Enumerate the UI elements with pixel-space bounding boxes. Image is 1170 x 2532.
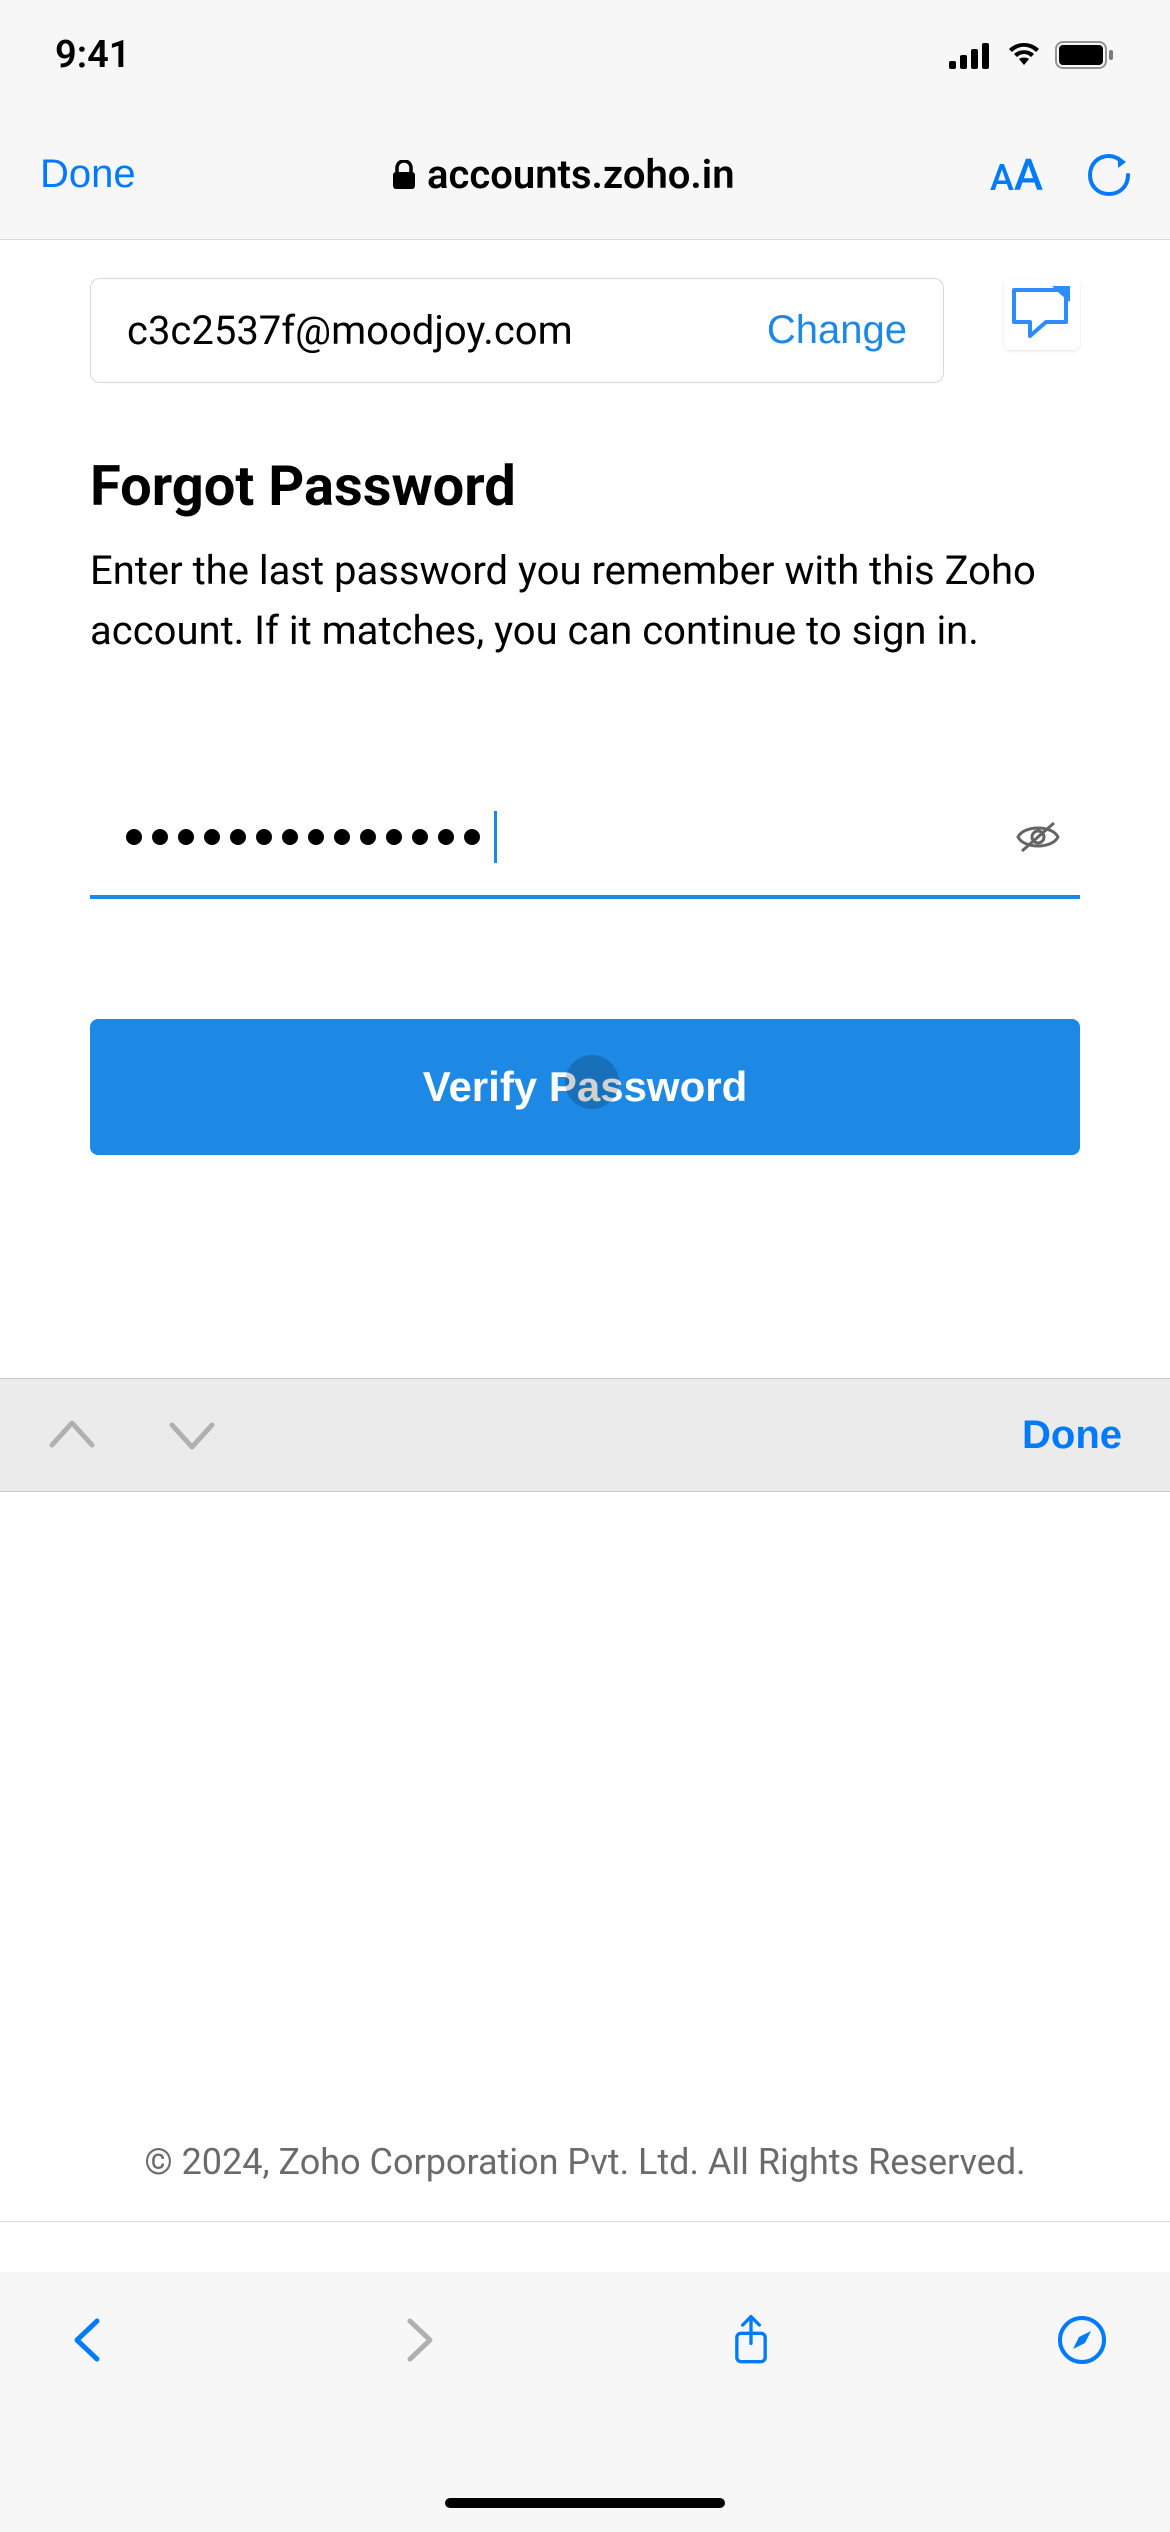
change-email-button[interactable]: Change xyxy=(767,308,907,353)
home-indicator[interactable] xyxy=(445,2498,725,2508)
reload-icon[interactable] xyxy=(1088,154,1130,196)
browser-safari-button[interactable] xyxy=(1054,2312,1110,2368)
battery-icon xyxy=(1055,41,1115,69)
browser-forward-button[interactable] xyxy=(391,2312,447,2368)
cellular-signal-icon xyxy=(949,41,993,69)
compass-icon xyxy=(1057,2315,1107,2365)
wifi-icon xyxy=(1005,41,1043,69)
text-size-icon[interactable]: AA xyxy=(990,149,1043,201)
footer-copyright: © 2024, Zoho Corporation Pvt. Ltd. All R… xyxy=(0,2141,1170,2222)
status-time: 9:41 xyxy=(55,33,130,77)
keyboard-accessory-bar: Done xyxy=(0,1378,1170,1492)
chat-icon xyxy=(1010,284,1074,340)
chevron-left-icon xyxy=(63,2315,113,2365)
lock-icon xyxy=(391,160,417,190)
status-bar: 9:41 xyxy=(0,0,1170,110)
chevron-right-icon xyxy=(394,2315,444,2365)
share-icon xyxy=(726,2315,776,2365)
chat-button[interactable] xyxy=(1004,278,1080,350)
email-box: c3c2537f@moodjoy.com Change xyxy=(90,278,944,383)
email-text: c3c2537f@moodjoy.com xyxy=(127,307,573,354)
eye-slash-icon[interactable] xyxy=(1016,821,1060,853)
password-dots xyxy=(90,811,1016,863)
url-area[interactable]: accounts.zoho.in xyxy=(136,151,990,198)
keyboard-done-button[interactable]: Done xyxy=(1022,1413,1122,1458)
browser-bottom-toolbar xyxy=(0,2272,1170,2532)
url-text: accounts.zoho.in xyxy=(427,151,735,198)
page-title: Forgot Password xyxy=(90,453,1080,519)
browser-share-button[interactable] xyxy=(723,2312,779,2368)
browser-navigation-bar: Done accounts.zoho.in AA xyxy=(0,110,1170,240)
prev-field-button[interactable] xyxy=(48,1417,96,1453)
page-description: Enter the last password you remember wit… xyxy=(90,541,1080,661)
next-field-button[interactable] xyxy=(168,1417,216,1453)
status-icons xyxy=(949,41,1115,69)
verify-password-button[interactable]: Verify Password xyxy=(90,1019,1080,1155)
done-button[interactable]: Done xyxy=(40,152,136,197)
main-content: c3c2537f@moodjoy.com Change Forgot Passw… xyxy=(0,240,1170,1155)
browser-back-button[interactable] xyxy=(60,2312,116,2368)
password-field[interactable] xyxy=(90,811,1080,899)
